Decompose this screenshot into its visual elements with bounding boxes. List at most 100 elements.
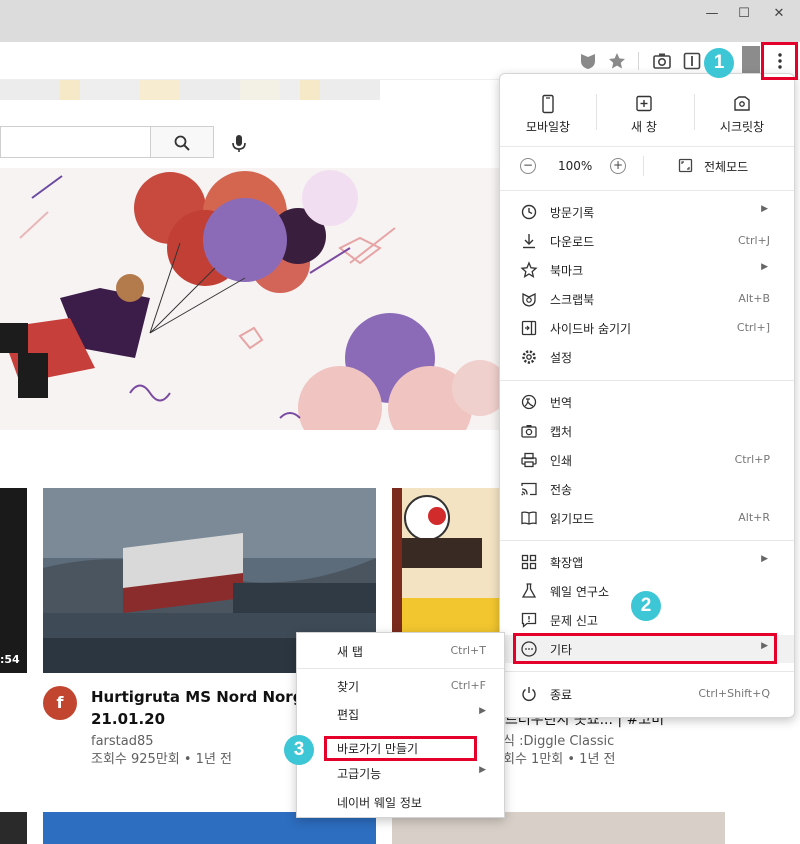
menu-item-reading-mode[interactable]: 읽기모드 Alt+R	[500, 504, 794, 532]
search-button[interactable]	[150, 126, 214, 158]
menu-item-label: 스크랩북	[550, 293, 595, 307]
menu-item-label: 방문기록	[550, 206, 595, 220]
microphone-icon[interactable]	[228, 132, 250, 154]
menu-item-bookmarks[interactable]: 북마크 ▶	[500, 256, 794, 284]
submenu-item-advanced[interactable]: 고급기능 ▶	[297, 759, 504, 787]
bookmark-item[interactable]	[240, 80, 280, 100]
menu-item-label: 다운로드	[550, 235, 595, 249]
bookmark-item[interactable]	[300, 80, 320, 100]
bookmark-item[interactable]	[0, 80, 60, 100]
report-icon	[521, 612, 537, 628]
bookmark-item[interactable]	[320, 80, 380, 100]
camera-icon[interactable]	[651, 50, 673, 72]
menu-item-label: 북마크	[550, 264, 584, 278]
download-icon	[523, 234, 535, 249]
bookmark-item[interactable]	[180, 80, 240, 100]
menu-item-label: 웨일 연구소	[550, 585, 610, 599]
divider	[643, 156, 644, 176]
menu-item-label: 읽기모드	[550, 512, 595, 526]
menu-item-history[interactable]: 방문기록 ▶	[500, 198, 794, 226]
secret-window-icon	[734, 96, 750, 111]
menu-item-label: 설정	[550, 351, 573, 365]
submenu-item-label: 편집	[337, 708, 360, 722]
history-icon	[521, 204, 537, 220]
menu-item-scrapbook[interactable]: 스크랩북 Alt+B	[500, 285, 794, 313]
bookmark-item[interactable]	[280, 80, 300, 100]
bookmark-item[interactable]	[140, 80, 180, 100]
submenu-arrow-icon: ▶	[479, 765, 486, 775]
channel-name-right[interactable]: 식 :Diggle Classic	[503, 733, 614, 751]
fullscreen-label: 전체모드	[704, 160, 749, 174]
profile-avatar[interactable]	[742, 46, 760, 74]
divider	[500, 380, 794, 381]
close-button[interactable]: ✕	[770, 6, 788, 22]
video-duration: :54	[0, 653, 20, 666]
menu-item-hide-sidebar[interactable]: 사이드바 숨기기 Ctrl+]	[500, 314, 794, 342]
minimize-button[interactable]: —	[703, 6, 721, 22]
maximize-button[interactable]: ☐	[735, 6, 753, 22]
menu-item-label: 사이드바 숨기기	[550, 322, 632, 336]
zoom-in-button[interactable]: +	[610, 158, 626, 174]
bookmark-item[interactable]	[80, 80, 140, 100]
shield-icon[interactable]	[577, 50, 599, 72]
search-input[interactable]	[0, 126, 150, 158]
video-title-line2[interactable]: 21.01.20	[91, 708, 165, 730]
step-badge-1: 1	[704, 48, 734, 78]
shortcut-label: Ctrl+]	[736, 321, 770, 334]
extensions-icon	[521, 554, 537, 570]
step-badge-2: 2	[631, 591, 661, 621]
shortcut-label: Ctrl+J	[737, 234, 770, 247]
shortcut-label: Alt+B	[738, 292, 770, 305]
menu-item-label: 종료	[550, 688, 573, 702]
power-icon	[522, 687, 536, 701]
submenu-item-new-tab[interactable]: 새 탭 Ctrl+T	[297, 637, 504, 665]
shortcut-label: Alt+R	[738, 511, 770, 524]
video-thumbnail-left[interactable]: :54	[0, 488, 27, 673]
translate-icon	[521, 394, 537, 410]
new-window-label: 새 창	[631, 120, 657, 134]
fullscreen-button[interactable]: 전체모드	[678, 156, 778, 178]
submenu-arrow-icon: ▶	[761, 204, 768, 214]
title-bar: — ☐ ✕	[0, 0, 800, 42]
video-title[interactable]: Hurtigruta MS Nord Norge Bo	[91, 686, 301, 708]
shortcut-label: Ctrl+P	[734, 453, 770, 466]
print-icon	[521, 452, 537, 468]
submenu-item-edit[interactable]: 편집 ▶	[297, 700, 504, 728]
shortcut-label: Ctrl+Shift+Q	[698, 687, 770, 700]
menu-item-exit[interactable]: 종료 Ctrl+Shift+Q	[500, 680, 794, 708]
submenu-item-label: 찾기	[337, 680, 360, 694]
highlight-box-create-shortcut	[324, 736, 477, 761]
divider	[500, 540, 794, 541]
bookmark-item[interactable]	[60, 80, 80, 100]
submenu-item-find[interactable]: 찾기 Ctrl+F	[297, 672, 504, 700]
new-window-button[interactable]: 새 창	[596, 92, 692, 138]
menu-item-label: 인쇄	[550, 454, 573, 468]
menu-item-label: 문제 신고	[550, 614, 598, 628]
submenu-item-about-whale[interactable]: 네이버 웨일 정보	[297, 788, 504, 816]
secret-window-button[interactable]: 시크릿창	[694, 92, 790, 138]
divider	[297, 668, 504, 669]
channel-avatar[interactable]: f	[43, 686, 77, 720]
video-meta-right: 회수 1만회 • 1년 전	[503, 752, 616, 767]
menu-item-label: 번역	[550, 396, 573, 410]
menu-item-settings[interactable]: 설정	[500, 343, 794, 371]
sidebar-toggle-icon[interactable]	[681, 50, 703, 72]
star-icon[interactable]	[606, 50, 628, 72]
new-window-icon	[636, 95, 652, 112]
menu-item-downloads[interactable]: 다운로드 Ctrl+J	[500, 227, 794, 255]
channel-name[interactable]: farstad85	[91, 733, 154, 751]
zoom-out-button[interactable]: −	[520, 158, 536, 174]
submenu-arrow-icon: ▶	[479, 706, 486, 716]
menu-item-translate[interactable]: 번역	[500, 388, 794, 416]
hero-illustration	[0, 168, 500, 430]
toolbar-divider	[638, 52, 639, 70]
cast-icon	[521, 482, 537, 496]
mobile-window-button[interactable]: 모바일창	[500, 92, 596, 138]
video-thumbnail[interactable]	[0, 812, 27, 844]
menu-item-capture[interactable]: 캡처	[500, 417, 794, 445]
menu-item-print[interactable]: 인쇄 Ctrl+P	[500, 446, 794, 474]
book-icon	[521, 511, 537, 525]
menu-item-cast[interactable]: 전송	[500, 475, 794, 503]
menu-item-extensions[interactable]: 확장앱 ▶	[500, 548, 794, 576]
highlight-box-menu-button	[761, 42, 798, 80]
